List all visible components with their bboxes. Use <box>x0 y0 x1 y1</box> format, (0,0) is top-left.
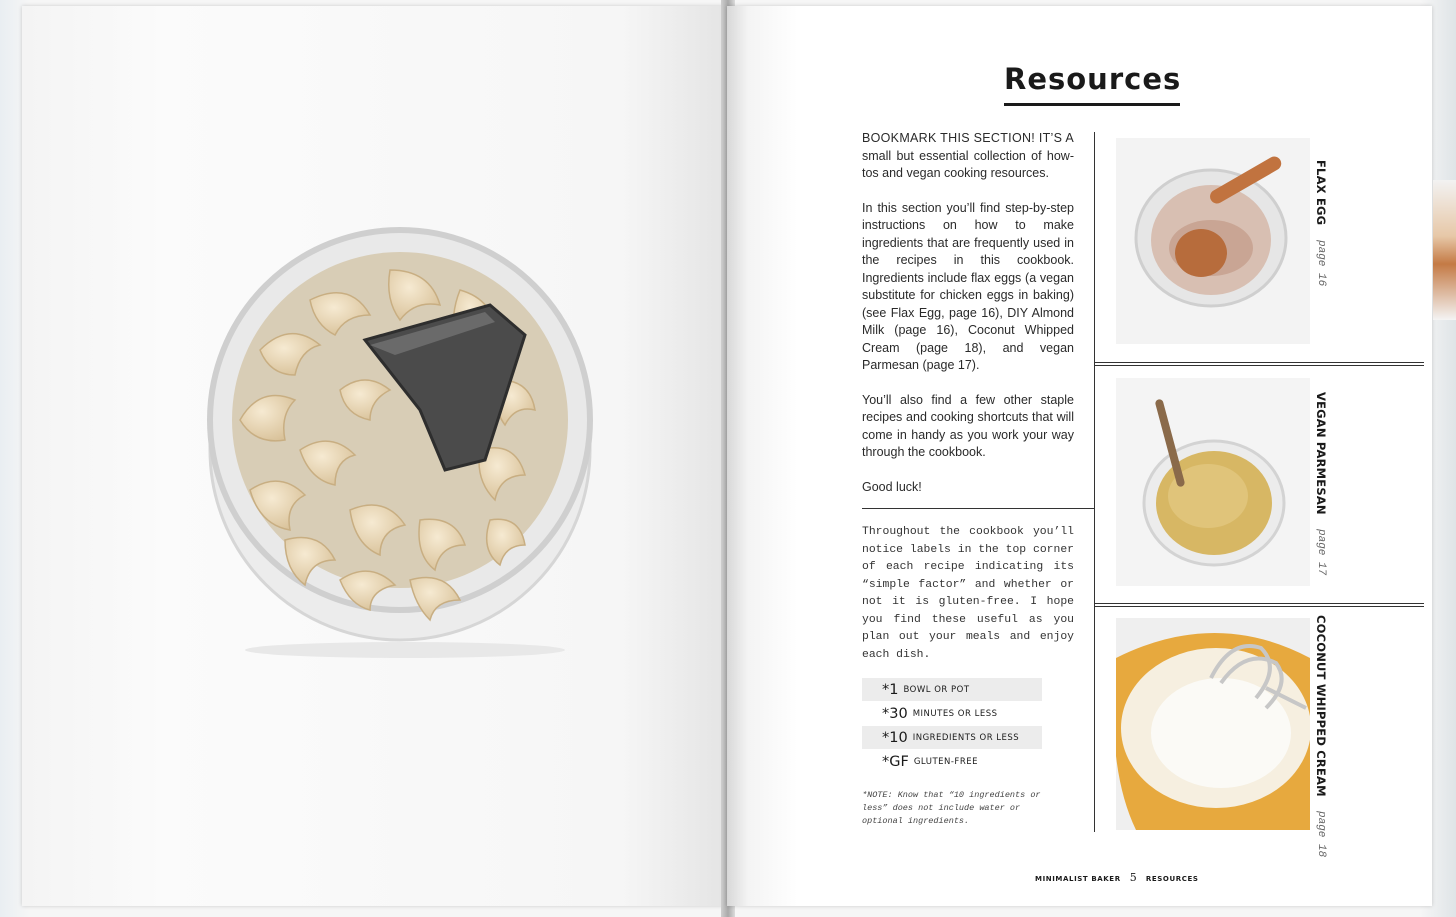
legend-code: *30 <box>882 705 908 722</box>
coconut-whipped-cream-photo <box>1116 618 1310 830</box>
legend-code: *10 <box>882 729 908 746</box>
coconut-whipped-cream-label: COCONUT WHIPPED CREAM page 18 <box>1312 615 1330 857</box>
cashew-jar-photo <box>207 227 593 658</box>
intro-lead-rest: small but essential collection of how-to… <box>862 148 1074 181</box>
footer-book-title: MINIMALIST BAKER <box>1035 875 1121 883</box>
page-number: 5 <box>1129 871 1137 884</box>
legend-text: BOWL OR POT <box>903 684 970 695</box>
book-spread: Resources BOOKMARK THIS SECTION! IT’S A … <box>0 0 1456 917</box>
photo-page: page 18 <box>1315 811 1327 858</box>
legend-row: *30 MINUTES OR LESS <box>862 702 1042 725</box>
photo-divider-1 <box>1094 362 1424 363</box>
legend-text: INGREDIENTS OR LESS <box>912 732 1020 743</box>
photo-page: page 16 <box>1315 239 1327 286</box>
photo-name: FLAX EGG <box>1314 160 1328 226</box>
legend-text: MINUTES OR LESS <box>912 708 998 719</box>
intro-paragraph-1: BOOKMARK THIS SECTION! IT’S A small but … <box>862 130 1074 183</box>
legend-text: GLUTEN-FREE <box>913 756 978 767</box>
flax-egg-label: FLAX EGG page 16 <box>1312 160 1330 286</box>
next-page-edge <box>1433 180 1456 320</box>
page-footer: MINIMALIST BAKER 5 RESOURCES <box>1035 866 1198 885</box>
legend-row: *10 INGREDIENTS OR LESS <box>862 726 1042 749</box>
legend-code: *GF <box>882 753 909 770</box>
title-underline <box>1004 103 1180 106</box>
photo-divider-2b <box>1094 606 1424 607</box>
legend-code: *1 <box>882 681 899 698</box>
vegan-parmesan-photo <box>1116 378 1310 586</box>
photo-name: VEGAN PARMESAN <box>1314 392 1328 515</box>
photo-divider-1b <box>1094 365 1424 366</box>
intro-paragraph-4: Good luck! <box>862 479 922 494</box>
labels-note: Throughout the cookbook you’ll notice la… <box>862 526 1074 661</box>
intro-paragraph-3: You’ll also find a few other staple reci… <box>862 392 1074 460</box>
photo-page: page 17 <box>1315 529 1327 576</box>
footer-section: RESOURCES <box>1145 875 1199 883</box>
intro-text: BOOKMARK THIS SECTION! IT’S A small but … <box>862 130 1074 513</box>
vegan-parmesan-label: VEGAN PARMESAN page 17 <box>1312 392 1330 575</box>
legend-row: *1 BOWL OR POT <box>862 678 1042 701</box>
intro-lead-caps: BOOKMARK THIS SECTION! IT’S A <box>862 131 1074 145</box>
page-title: Resources <box>1004 62 1182 96</box>
label-legend: *1 BOWL OR POT *30 MINUTES OR LESS *10 INGR… <box>862 678 1042 774</box>
section-divider <box>862 508 1094 509</box>
intro-paragraph-2: In this section you’ll find step-by-step… <box>862 200 1074 373</box>
footnote: *NOTE: Know that “10 ingredients or less… <box>862 790 1041 826</box>
photo-name: COCONUT WHIPPED CREAM <box>1314 615 1328 797</box>
flax-egg-photo <box>1116 138 1310 344</box>
photo-divider-2 <box>1094 603 1424 604</box>
column-divider <box>1094 132 1095 832</box>
legend-row: *GF GLUTEN-FREE <box>862 750 1042 773</box>
